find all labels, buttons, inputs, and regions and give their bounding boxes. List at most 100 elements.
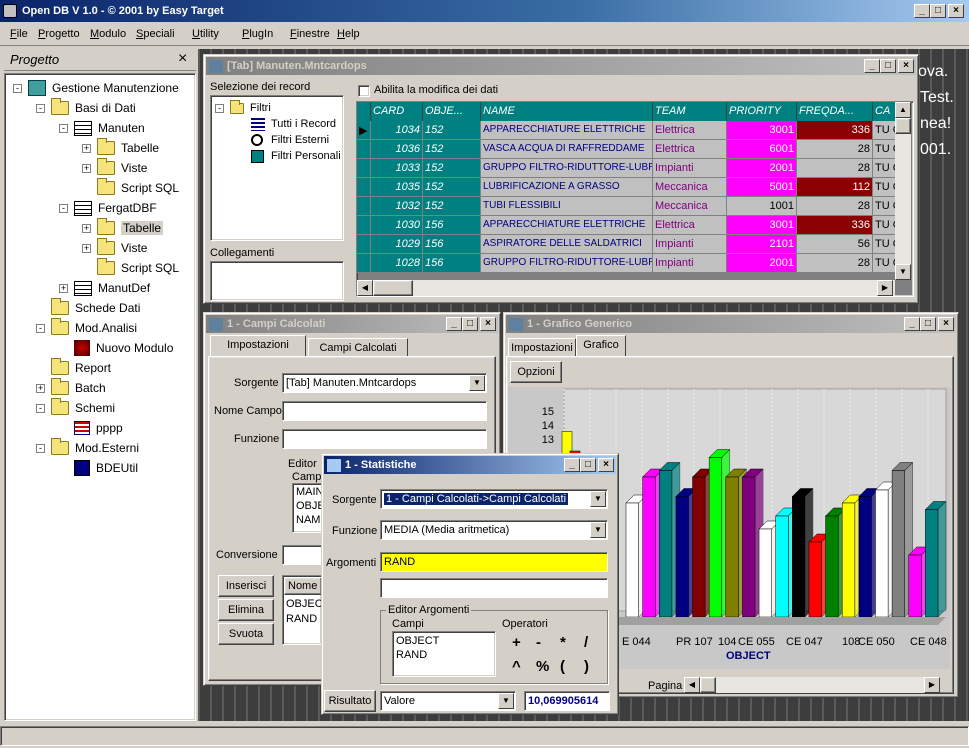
table-cell[interactable]: 156: [423, 216, 481, 235]
pagina-scroll[interactable]: ◀ ▶: [684, 677, 940, 693]
row-indicator[interactable]: [357, 178, 371, 197]
tree-item[interactable]: Schede Dati: [36, 298, 140, 318]
row-indicator[interactable]: [357, 216, 371, 235]
table-cell[interactable]: 1033: [371, 159, 423, 178]
nome-campo-field[interactable]: [282, 401, 487, 421]
scroll-left-icon[interactable]: ◀: [684, 677, 700, 693]
table-cell[interactable]: 28: [797, 159, 873, 178]
tree-item[interactable]: - Gestione Manutenzione: [13, 78, 179, 98]
minimize-icon[interactable]: _: [904, 317, 920, 331]
row-indicator[interactable]: [357, 254, 371, 273]
menu-item-progetto[interactable]: Progetto: [38, 28, 80, 40]
table-cell[interactable]: 156: [423, 254, 481, 273]
tree-item[interactable]: + ManutDef: [59, 278, 150, 298]
maximize-icon[interactable]: □: [880, 59, 896, 73]
table-cell[interactable]: GRUPPO FILTRO-RIDUTTORE-LUBR: [481, 159, 653, 178]
stat-funzione-combo[interactable]: MEDIA (Media aritmetica) ▼: [380, 520, 608, 540]
tree-item[interactable]: - FergatDBF: [59, 198, 157, 218]
chevron-down-icon[interactable]: ▼: [498, 693, 514, 709]
close-icon[interactable]: ×: [598, 458, 614, 472]
table-cell[interactable]: 152: [423, 197, 481, 216]
tree-item[interactable]: Nuovo Modulo: [59, 338, 173, 358]
table-cell[interactable]: TU G: [873, 216, 897, 235]
tree-item[interactable]: - Schemi: [36, 398, 115, 418]
scroll-right-icon[interactable]: ▶: [924, 677, 940, 693]
funzione-field[interactable]: [282, 429, 487, 449]
tree-item[interactable]: Report: [36, 358, 111, 378]
expander-icon[interactable]: +: [82, 143, 91, 153]
table-cell[interactable]: TU G: [873, 254, 897, 273]
expander-icon[interactable]: -: [36, 103, 45, 113]
table-cell[interactable]: Elettrica: [653, 140, 727, 159]
table-cell[interactable]: 1001: [727, 197, 797, 216]
column-header[interactable]: CA: [873, 102, 897, 121]
operator-button[interactable]: /: [584, 634, 588, 651]
tree-item[interactable]: - Mod.Analisi: [36, 318, 137, 338]
row-indicator[interactable]: [357, 159, 371, 178]
tree-item[interactable]: + Tabelle: [82, 138, 159, 158]
table-cell[interactable]: TU G: [873, 178, 897, 197]
table-cell[interactable]: Meccanica: [653, 197, 727, 216]
table-cell[interactable]: TUBI FLESSIBILI: [481, 197, 653, 216]
grid-vscroll[interactable]: ▲ ▼: [895, 102, 911, 280]
table-cell[interactable]: Impianti: [653, 254, 727, 273]
scroll-left-icon[interactable]: ◀: [357, 280, 373, 296]
operator-button[interactable]: ): [584, 658, 589, 675]
operator-button[interactable]: %: [536, 658, 549, 675]
elimina-button[interactable]: Elimina: [218, 599, 274, 621]
table-cell[interactable]: Elettrica: [653, 121, 727, 140]
close-icon[interactable]: ×: [480, 317, 496, 331]
filter-personal[interactable]: Filtri Personali: [251, 146, 341, 166]
operator-button[interactable]: (: [560, 658, 565, 675]
table-cell[interactable]: TU G: [873, 121, 897, 140]
list-item[interactable]: NAM: [296, 514, 320, 526]
inserisci-button[interactable]: Inserisci: [218, 575, 274, 597]
table-cell[interactable]: VASCA ACQUA DI RAFFREDDAME: [481, 140, 653, 159]
opzioni-button[interactable]: Opzioni: [510, 361, 562, 383]
project-close-icon[interactable]: ×: [178, 50, 187, 68]
table-cell[interactable]: 2001: [727, 159, 797, 178]
maximize-icon[interactable]: □: [930, 4, 946, 18]
table-cell[interactable]: TU G: [873, 235, 897, 254]
svuota-button[interactable]: Svuota: [218, 623, 274, 645]
column-header[interactable]: OBJE...: [423, 102, 481, 121]
table-cell[interactable]: APPARECCHIATURE ELETTRICHE: [481, 216, 653, 235]
table-cell[interactable]: Meccanica: [653, 178, 727, 197]
table-cell[interactable]: TU G: [873, 159, 897, 178]
tree-item[interactable]: + Batch: [36, 378, 106, 398]
operator-button[interactable]: *: [560, 634, 566, 651]
chevron-down-icon[interactable]: ▼: [590, 522, 606, 538]
chevron-down-icon[interactable]: ▼: [590, 491, 606, 507]
menu-item-utility[interactable]: Utility: [192, 28, 219, 40]
table-cell[interactable]: 1035: [371, 178, 423, 197]
abilita-checkbox[interactable]: [358, 85, 370, 97]
row-indicator[interactable]: [357, 197, 371, 216]
chevron-down-icon[interactable]: ▼: [469, 375, 485, 391]
table-cell[interactable]: 3001: [727, 121, 797, 140]
operator-button[interactable]: -: [536, 634, 541, 651]
table-cell[interactable]: 152: [423, 159, 481, 178]
table-cell[interactable]: 28: [797, 254, 873, 273]
table-cell[interactable]: 2101: [727, 235, 797, 254]
maximize-icon[interactable]: □: [920, 317, 936, 331]
table-cell[interactable]: TU G: [873, 197, 897, 216]
sorgente-combo[interactable]: [Tab] Manuten.Mntcardops ▼: [282, 373, 487, 393]
maximize-icon[interactable]: □: [580, 458, 596, 472]
table-cell[interactable]: 1030: [371, 216, 423, 235]
scroll-thumb[interactable]: [895, 118, 911, 134]
expander-icon[interactable]: +: [36, 383, 45, 393]
table-cell[interactable]: TU G: [873, 140, 897, 159]
tree-item[interactable]: Script SQL: [82, 258, 179, 278]
minimize-icon[interactable]: _: [446, 317, 462, 331]
expander-icon[interactable]: +: [82, 223, 91, 233]
close-icon[interactable]: ×: [898, 59, 914, 73]
operator-button[interactable]: +: [512, 634, 521, 651]
list-item[interactable]: MAIN: [296, 486, 324, 498]
risultato-button[interactable]: Risultato: [324, 690, 376, 712]
column-header[interactable]: NAME: [481, 102, 653, 121]
expander-icon[interactable]: +: [82, 243, 91, 253]
table-cell[interactable]: GRUPPO FILTRO-RIDUTTORE-LUBR: [481, 254, 653, 273]
table-cell[interactable]: 152: [423, 140, 481, 159]
menu-item-speciali[interactable]: Speciali: [136, 28, 175, 40]
menu-item-help[interactable]: Help: [337, 28, 360, 40]
